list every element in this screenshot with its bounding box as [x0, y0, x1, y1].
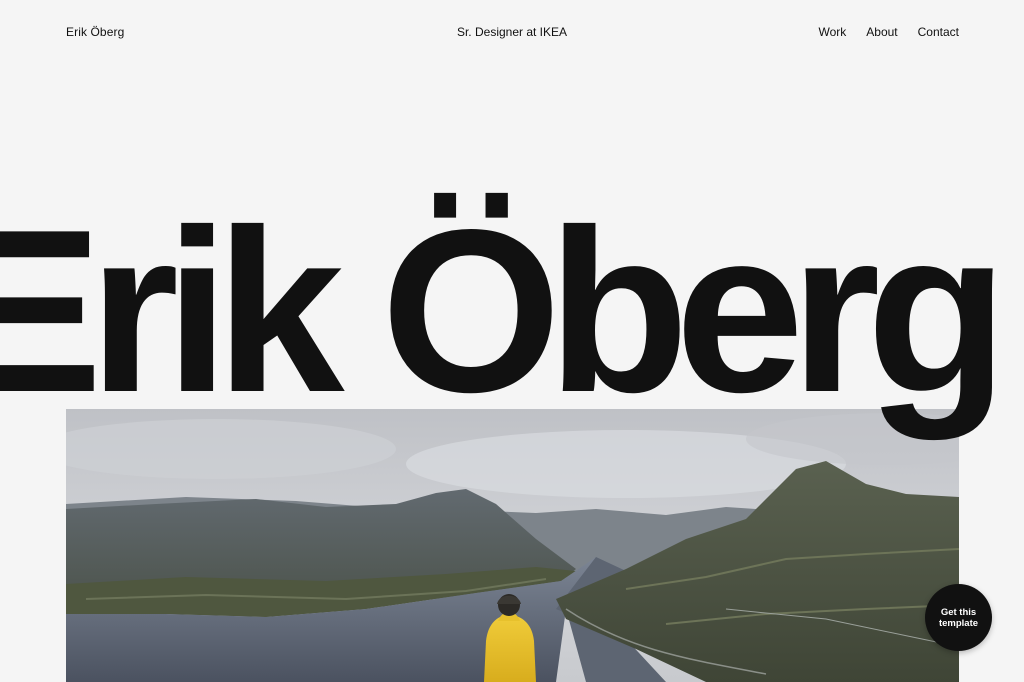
- get-template-label: Get this template: [938, 606, 979, 629]
- nav-about-link[interactable]: About: [866, 25, 897, 39]
- portfolio-page: Erik Öberg Sr. Designer at IKEA Work Abo…: [0, 0, 1024, 682]
- job-title: Sr. Designer at IKEA: [456, 25, 568, 39]
- brand-name[interactable]: Erik Öberg: [66, 25, 124, 39]
- nav-contact-link[interactable]: Contact: [918, 25, 959, 39]
- nav-work-link[interactable]: Work: [819, 25, 847, 39]
- hero-landscape-image: [66, 409, 959, 682]
- top-bar: Erik Öberg Sr. Designer at IKEA Work Abo…: [0, 0, 1024, 64]
- main-nav: Work About Contact: [819, 25, 960, 39]
- fjord-landscape-photo: [66, 409, 959, 682]
- hero-title: Erik Öberg —: [0, 182, 1024, 441]
- get-template-button[interactable]: Get this template: [925, 584, 992, 651]
